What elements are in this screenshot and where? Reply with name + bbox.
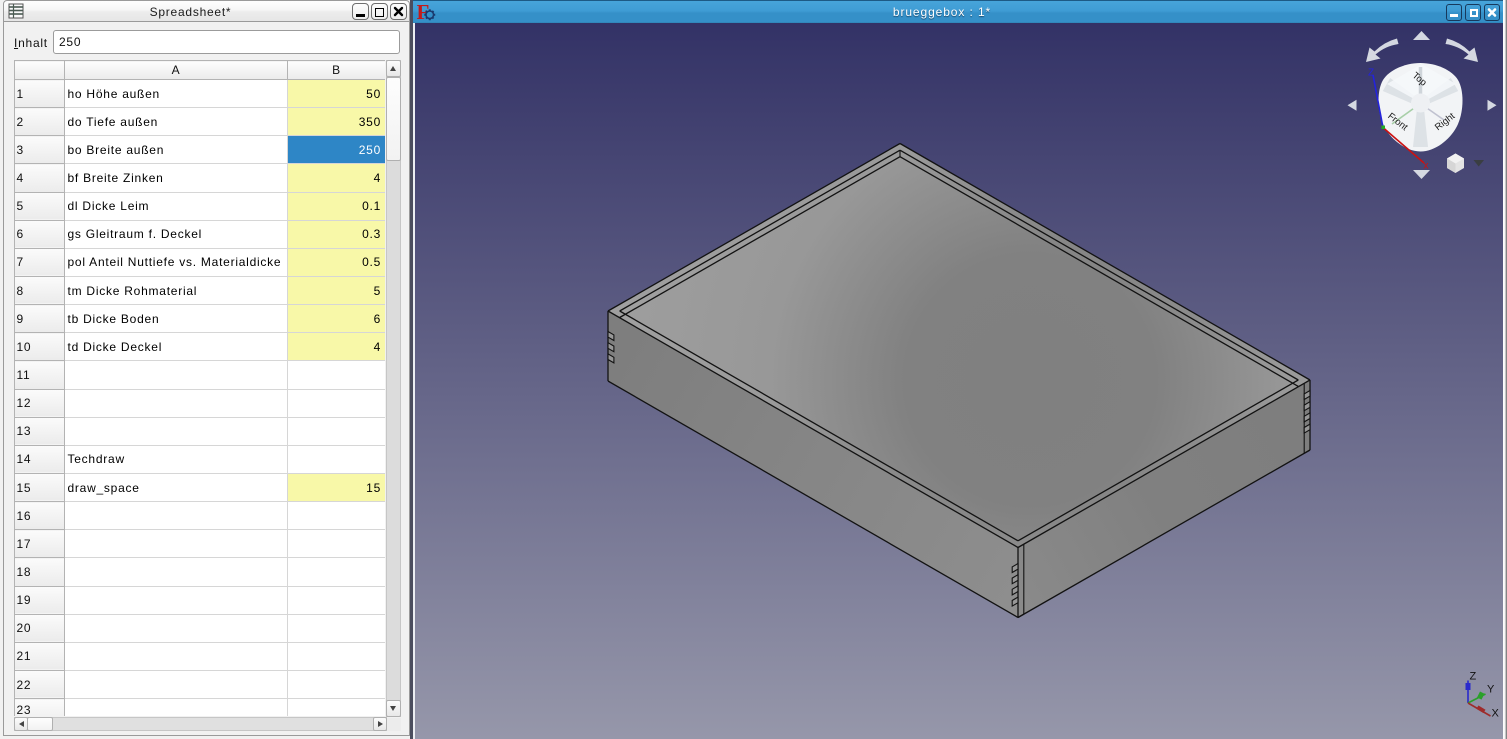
svg-text:Y: Y bbox=[1487, 684, 1495, 696]
svg-text:Z: Z bbox=[1368, 68, 1374, 79]
svg-text:Z: Z bbox=[1470, 671, 1477, 683]
svg-text:X: X bbox=[1492, 708, 1500, 720]
svg-text:x: x bbox=[1424, 161, 1429, 172]
